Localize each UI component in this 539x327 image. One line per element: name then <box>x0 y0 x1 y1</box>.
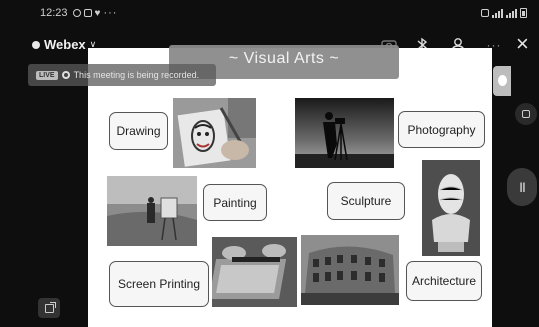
status-bar: 12:23 ♥ ··· <box>0 0 539 26</box>
clock: 12:23 <box>40 7 68 19</box>
signal-icon-2 <box>506 8 517 18</box>
overview-button[interactable] <box>515 103 537 125</box>
drawing-photo <box>173 98 256 168</box>
whatsapp-icon <box>72 9 81 17</box>
drawing-label: Drawing <box>109 112 168 150</box>
close-button[interactable]: × <box>516 33 529 55</box>
live-badge: LIVE <box>36 70 58 80</box>
signal-icon <box>492 8 503 18</box>
sculpture-label: Sculpture <box>327 182 405 220</box>
square-icon <box>522 110 530 118</box>
photography-photo <box>295 98 394 168</box>
share-icon <box>44 301 56 313</box>
share-button[interactable] <box>38 298 60 318</box>
app-name: Webex <box>44 37 86 52</box>
gallery-icon <box>83 9 92 17</box>
photography-label: Photography <box>398 111 485 148</box>
screen-printing-label: Screen Printing <box>109 261 209 307</box>
recording-message: This meeting is being recorded. <box>73 70 200 80</box>
notification-icons: ♥ ··· <box>72 7 118 19</box>
architecture-label: Architecture <box>406 261 482 301</box>
record-icon <box>61 71 70 79</box>
alarm-icon <box>481 9 489 17</box>
more-notifications: ··· <box>103 7 118 19</box>
shared-slide: Drawing Photography Painting Sculpture S… <box>88 48 492 327</box>
webex-logo-icon <box>32 40 40 49</box>
battery-icon <box>520 8 527 18</box>
recording-banner: LIVE This meeting is being recorded. <box>28 64 216 86</box>
system-status <box>481 8 527 18</box>
sculpture-photo <box>422 160 480 256</box>
pause-button[interactable]: II <box>507 168 537 206</box>
app-menu[interactable]: Webex ∨ <box>32 37 96 52</box>
architecture-photo <box>301 235 399 305</box>
painting-label: Painting <box>203 184 267 221</box>
screen-printing-photo <box>212 237 297 307</box>
heart-icon: ♥ <box>94 7 101 19</box>
side-panel-handle[interactable] <box>493 66 511 96</box>
painting-photo <box>107 176 197 246</box>
